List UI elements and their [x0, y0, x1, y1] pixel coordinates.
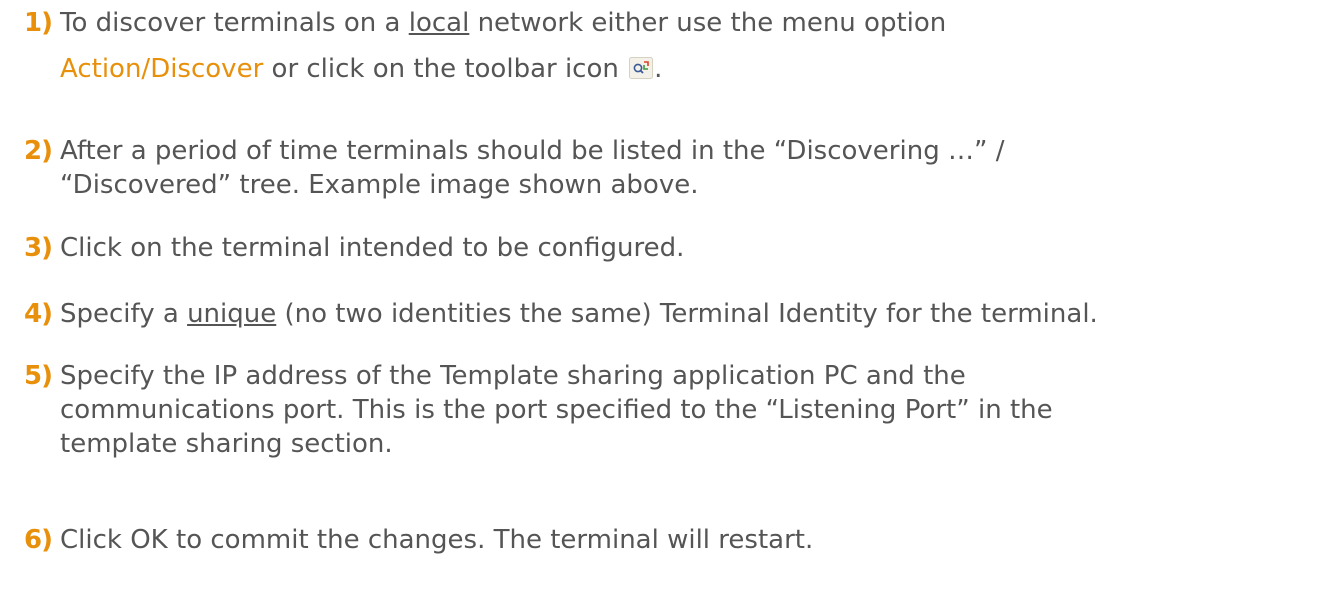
discover-icon: [629, 54, 654, 79]
step-text-line: “Discovered” tree. Example image shown a…: [60, 170, 699, 200]
step-3: 3) Click on the terminal intended to be c…: [24, 231, 1340, 265]
step-text-line: template sharing section.: [60, 429, 393, 459]
step-number: 2): [24, 136, 53, 166]
step-text: or click on the toolbar icon: [263, 54, 628, 84]
step-text-line: communications port. This is the port sp…: [60, 395, 1053, 425]
step-1: 1) To discover terminals on a local netwo…: [24, 6, 1340, 86]
step-number: 6): [24, 525, 53, 555]
step-number: 1): [24, 8, 53, 38]
step-number: 3): [24, 233, 53, 263]
step-text-line: Action/Discover or click on the toolbar …: [24, 52, 1340, 86]
step-4: 4) Specify a unique (no two identities th…: [24, 297, 1340, 331]
menu-option-highlight: Action/Discover: [60, 54, 264, 84]
step-number: 5): [24, 361, 53, 391]
step-number: 4): [24, 299, 53, 329]
step-text-line: After a period of time terminals should …: [60, 136, 1005, 166]
emphasis-underline: local: [408, 8, 470, 38]
emphasis-underline: unique: [187, 299, 277, 329]
step-text-line: Specify the IP address of the Template s…: [60, 361, 966, 391]
step-text: To discover terminals on a: [60, 8, 409, 38]
step-text: .: [654, 54, 663, 84]
step-text-line: Specify a unique (no two identities the …: [60, 299, 1098, 329]
step-2: 2) After a period of time terminals shoul…: [24, 134, 1340, 202]
step-5: 5) Specify the IP address of the Template…: [24, 359, 1340, 461]
step-6: 6) Click OK to commit the changes. The te…: [24, 523, 1340, 557]
step-text: Specify a: [60, 299, 188, 329]
step-text-line: Click on the terminal intended to be con…: [60, 233, 685, 263]
step-text: network either use the menu option: [469, 8, 947, 38]
step-text: (no two identities the same) Terminal Id…: [276, 299, 1098, 329]
step-text-line: Click OK to commit the changes. The term…: [60, 525, 814, 555]
step-text-line: To discover terminals on a local network…: [60, 8, 946, 38]
